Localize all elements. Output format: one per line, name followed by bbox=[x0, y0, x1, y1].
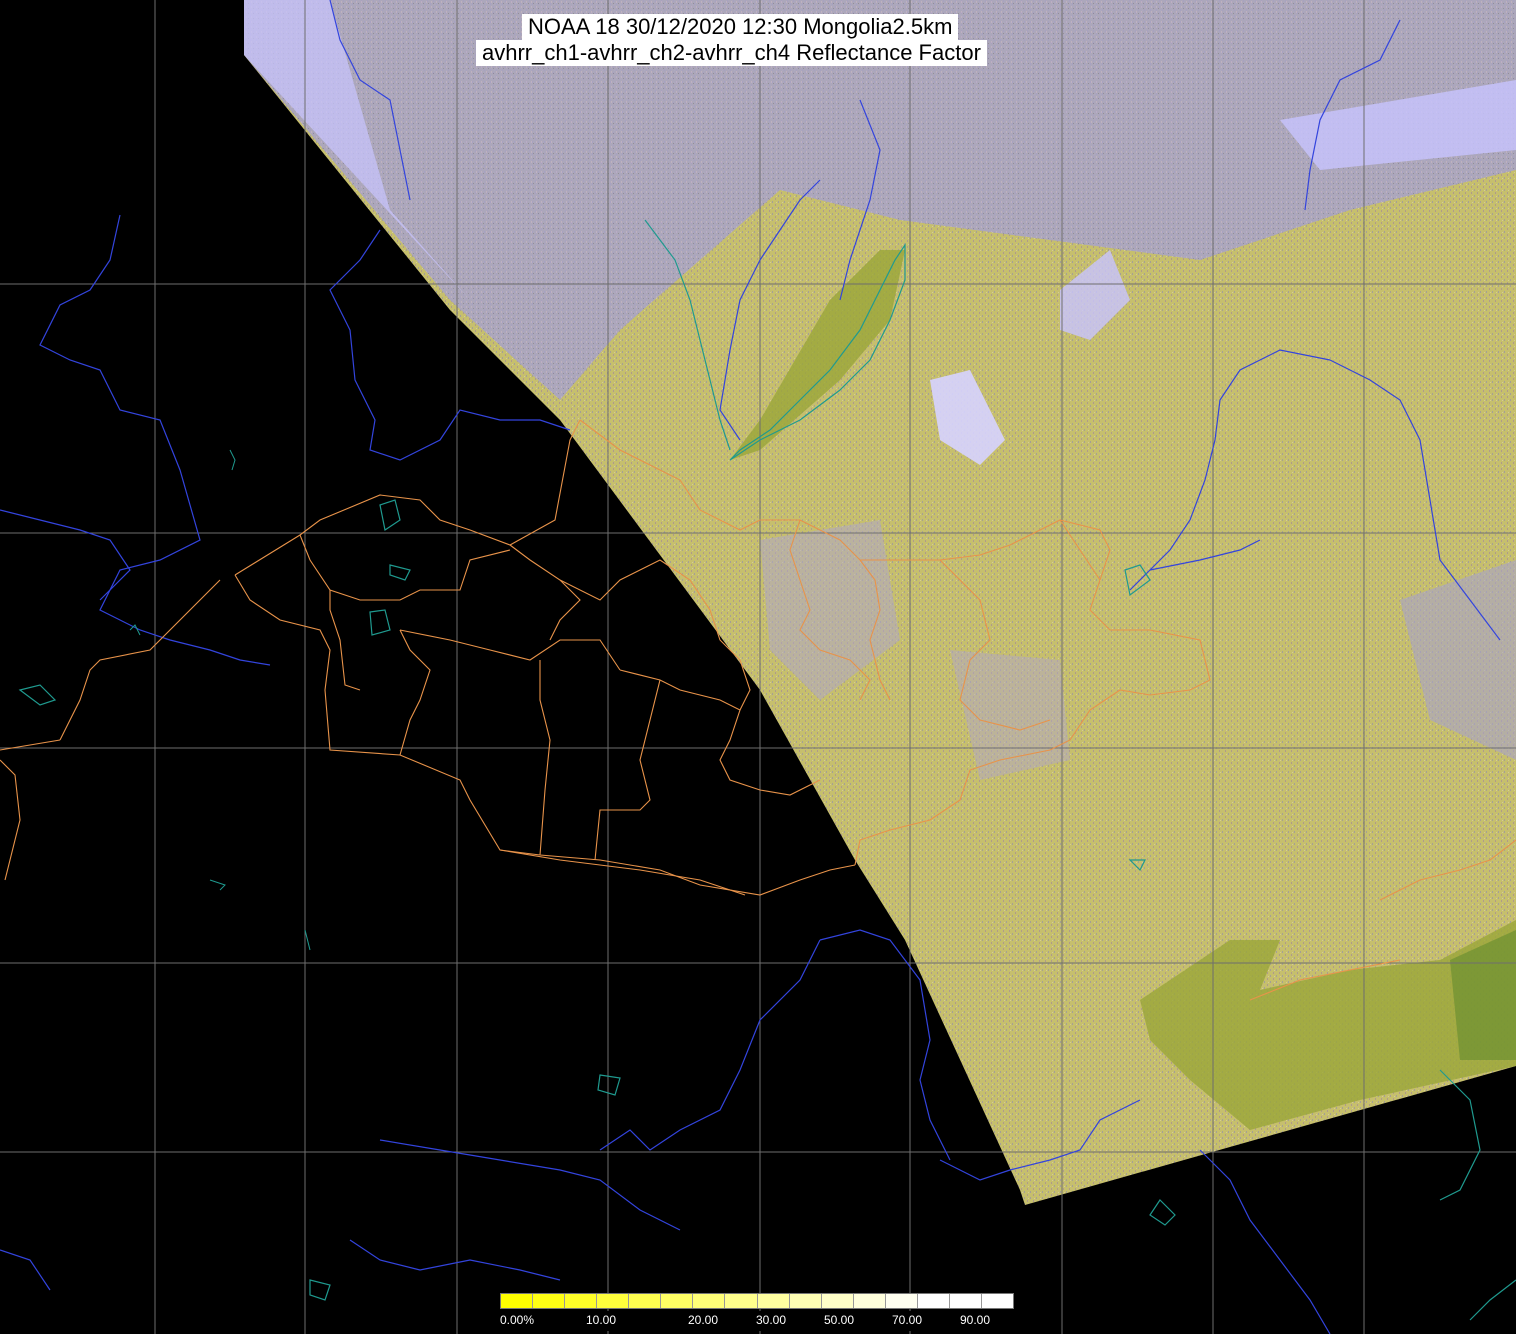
satellite-swath bbox=[244, 0, 1516, 1205]
title-line-2: avhrr_ch1-avhrr_ch2-avhrr_ch4 Reflectanc… bbox=[476, 40, 987, 66]
small-lakes bbox=[129, 449, 311, 951]
color-scale-segment bbox=[629, 1294, 662, 1308]
color-scale-segment bbox=[725, 1294, 758, 1308]
scale-label: 70.00 bbox=[892, 1313, 923, 1327]
color-scale-segment bbox=[693, 1294, 726, 1308]
color-scale-segment bbox=[501, 1294, 534, 1308]
color-scale-labels: 0.00% 10.00 20.00 30.00 50.00 70.00 90.0… bbox=[500, 1311, 1014, 1331]
scale-label: 50.00 bbox=[824, 1313, 855, 1327]
color-scale-segment bbox=[757, 1294, 790, 1308]
satellite-map bbox=[0, 0, 1516, 1334]
scale-label: 90.00 bbox=[960, 1313, 991, 1327]
title-line-1: NOAA 18 30/12/2020 12:30 Mongolia2.5km bbox=[522, 14, 959, 40]
color-scale-segment bbox=[917, 1294, 950, 1308]
color-scale-segment bbox=[789, 1294, 822, 1308]
color-scale-bar bbox=[500, 1293, 1014, 1309]
color-scale-segment bbox=[885, 1294, 918, 1308]
color-scale-segment bbox=[661, 1294, 694, 1308]
color-scale-segment bbox=[949, 1294, 982, 1308]
color-scale-segment bbox=[981, 1294, 1013, 1308]
scale-label: 20.00 bbox=[688, 1313, 719, 1327]
color-scale-segment bbox=[821, 1294, 854, 1308]
color-scale-segment bbox=[533, 1294, 566, 1308]
scale-label: 10.00 bbox=[586, 1313, 617, 1327]
color-scale-legend: 0.00% 10.00 20.00 30.00 50.00 70.00 90.0… bbox=[500, 1293, 1014, 1334]
scale-label: 0.00% bbox=[500, 1313, 535, 1327]
color-scale-segment bbox=[597, 1294, 630, 1308]
scale-label: 30.00 bbox=[756, 1313, 787, 1327]
color-scale-segment bbox=[853, 1294, 886, 1308]
color-scale-segment bbox=[565, 1294, 598, 1308]
